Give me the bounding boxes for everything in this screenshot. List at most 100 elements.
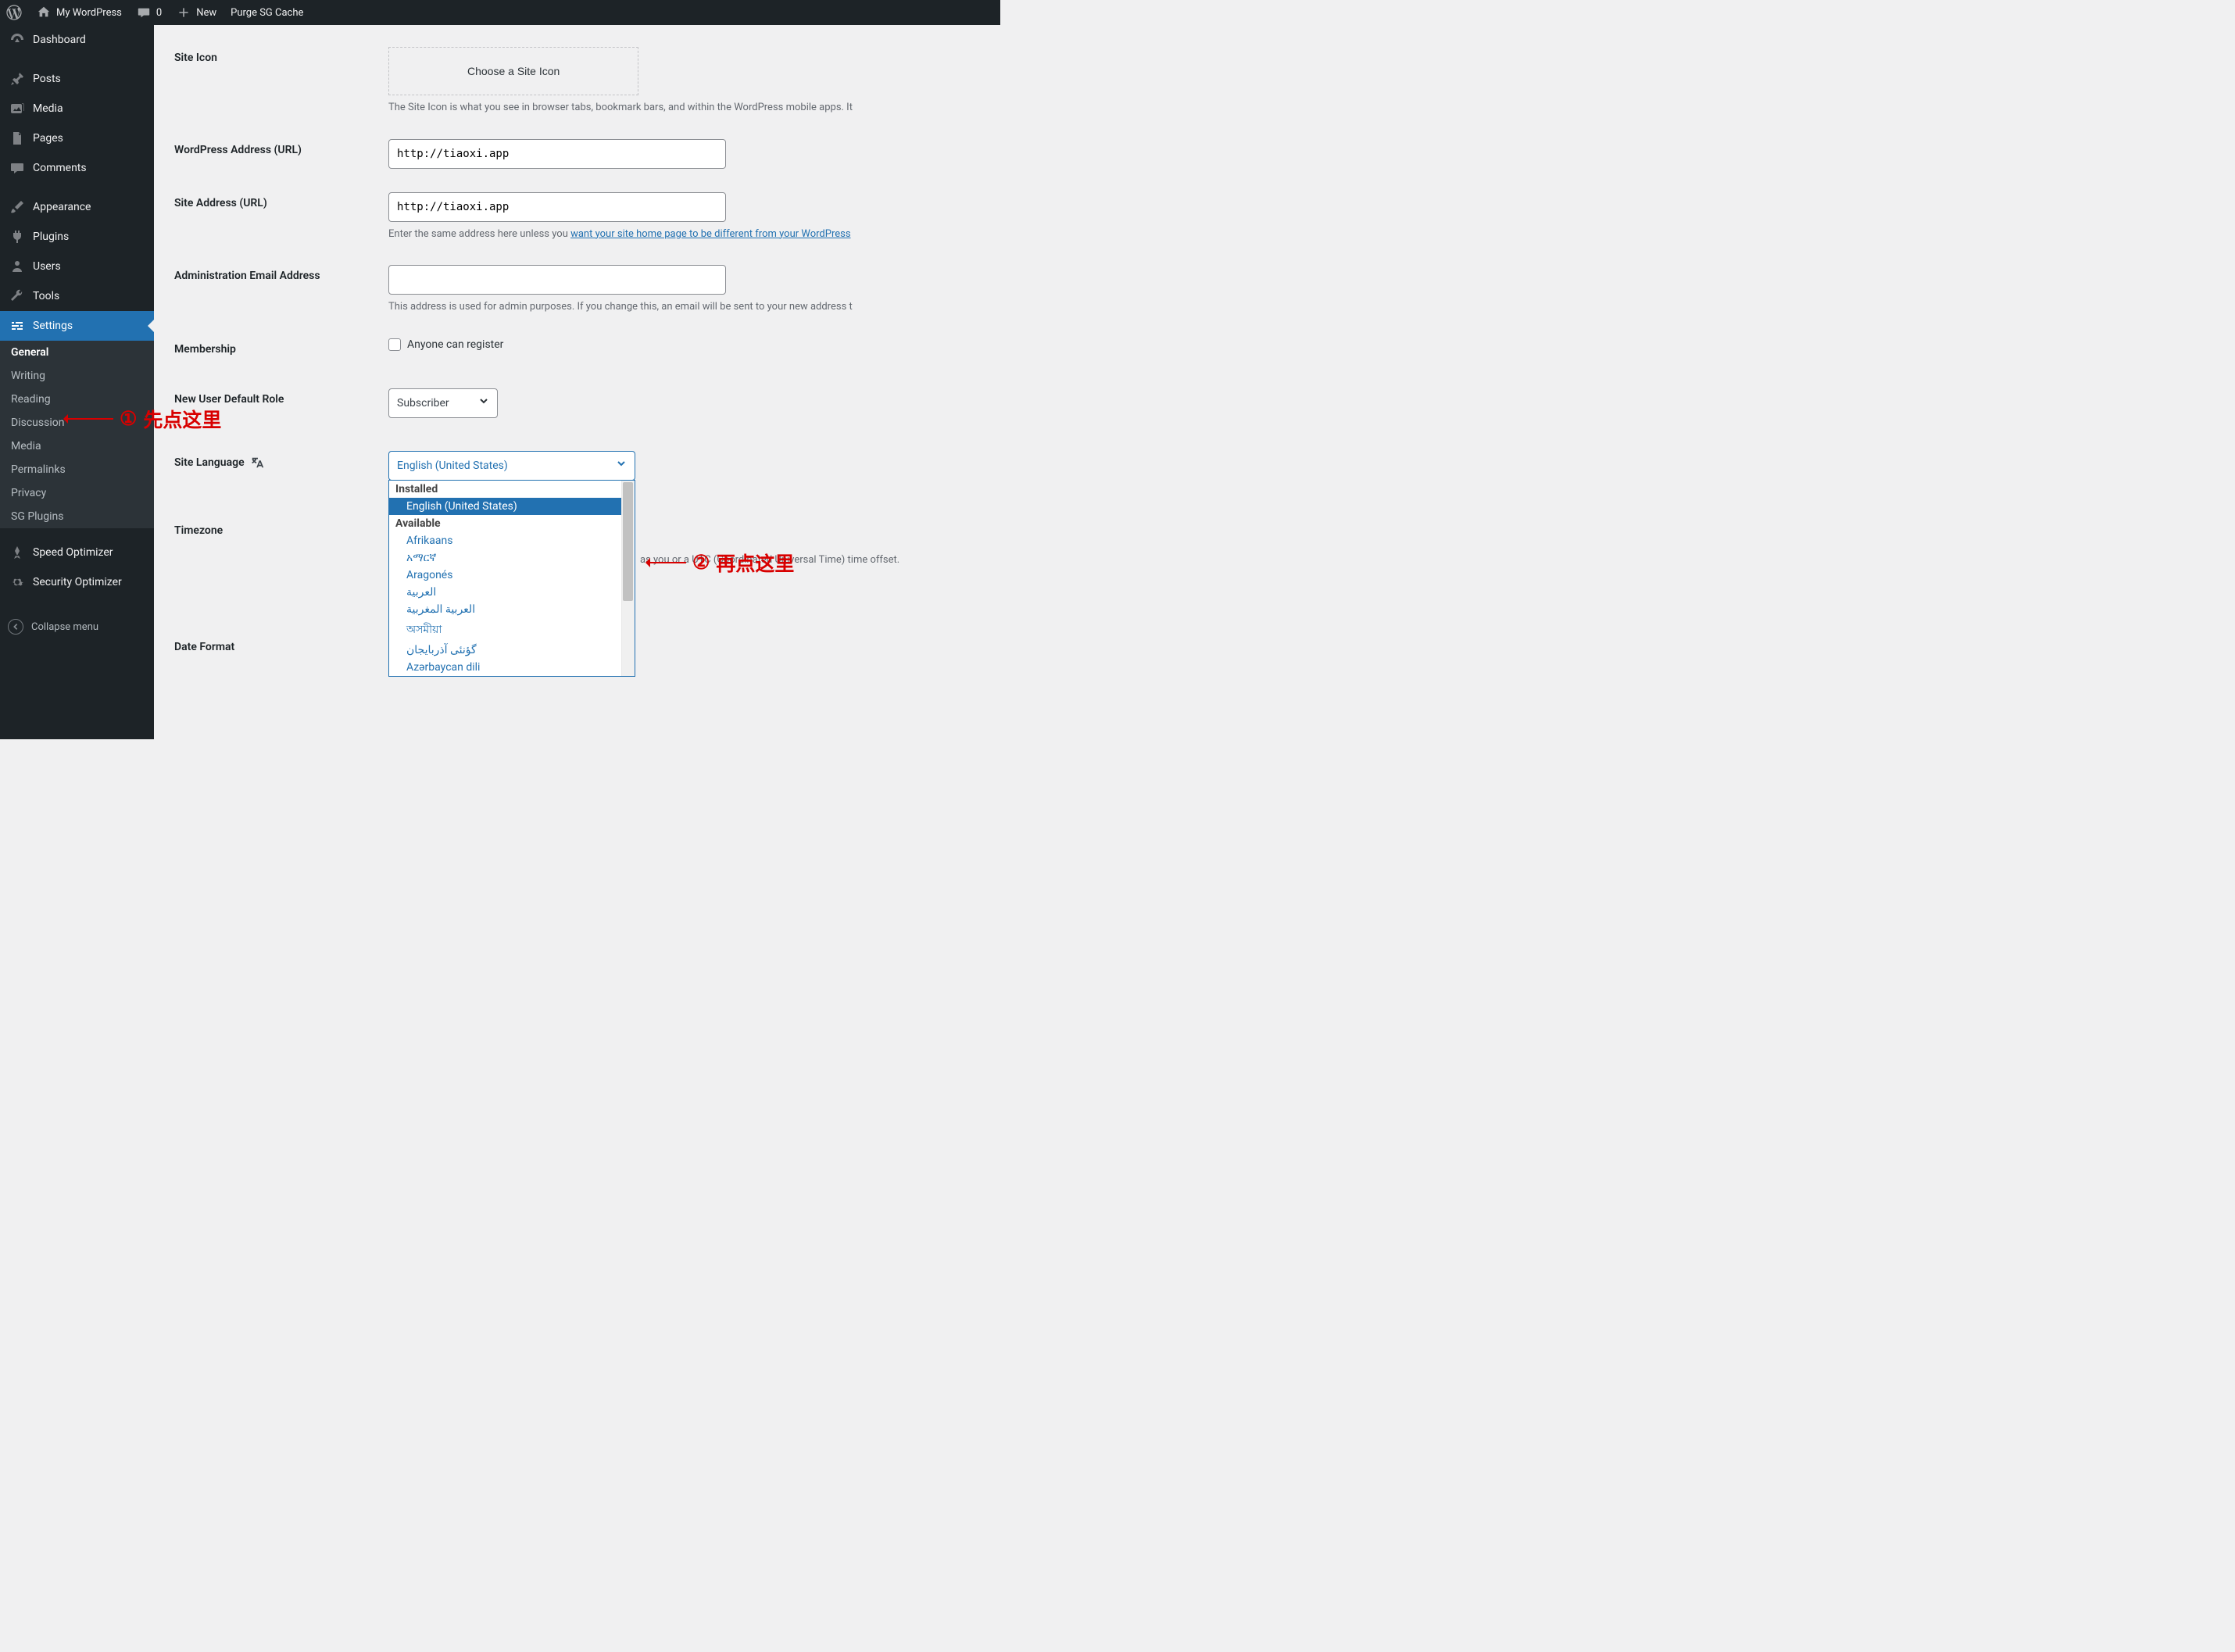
lang-option[interactable]: অসমীয়া [389,618,635,642]
default-role-value: Subscriber [397,392,449,414]
submenu-media[interactable]: Media [0,434,154,458]
comments-link[interactable]: 0 [136,5,162,20]
menu-appearance[interactable]: Appearance [0,192,154,222]
pin-icon [9,71,25,87]
site-language-value: English (United States) [397,455,508,477]
collapse-menu-button[interactable]: Collapse menu [0,611,154,642]
collapse-icon [8,619,23,635]
wp-logo-menu[interactable] [6,5,22,20]
site-icon-label: Site Icon [174,47,388,64]
menu-label: Posts [33,73,61,85]
menu-speed-optimizer[interactable]: Speed Optimizer [0,538,154,567]
submenu-privacy[interactable]: Privacy [0,481,154,505]
lang-option[interactable]: Azərbaycan dili [389,659,635,676]
lang-option[interactable]: አማርኛ [389,549,635,567]
lang-option-en-us[interactable]: English (United States) [389,498,635,515]
admin-toolbar: My WordPress 0 New Purge SG Cache [0,0,1000,25]
purge-cache-link[interactable]: Purge SG Cache [231,7,303,19]
site-language-label: Site Language [174,451,388,470]
menu-label: Appearance [33,201,91,213]
lang-option[interactable]: العربية [389,584,635,601]
default-role-label: New User Default Role [174,388,388,406]
date-format-label: Date Format [174,636,388,653]
site-language-dropdown: Installed English (United States) Availa… [388,480,635,677]
menu-label: Dashboard [33,34,86,46]
comment-icon [9,160,25,176]
site-language-select[interactable]: English (United States) [388,451,635,481]
site-url-description: Enter the same address here unless you w… [388,227,980,242]
choose-site-icon-button[interactable]: Choose a Site Icon [388,47,638,95]
purge-cache-label: Purge SG Cache [231,7,303,19]
lang-group-installed: Installed [389,481,635,498]
dashboard-icon [9,32,25,48]
brush-icon [9,199,25,215]
lang-option[interactable]: Afrikaans [389,532,635,549]
menu-label: Pages [33,132,63,145]
menu-settings[interactable]: Settings [0,311,154,341]
page-icon [9,131,25,146]
site-icon-description: The Site Icon is what you see in browser… [388,100,980,116]
annotation-2: ② 再点这里 [649,549,794,577]
settings-general-form: Site Icon Choose a Site Icon The Site Ic… [154,25,1000,739]
menu-media[interactable]: Media [0,94,154,123]
submenu-sg-plugins[interactable]: SG Plugins [0,505,154,528]
sliders-icon [9,318,25,334]
menu-label: Plugins [33,231,69,243]
wrench-icon [9,288,25,304]
menu-tools[interactable]: Tools [0,281,154,311]
lang-option[interactable]: گؤنئی آذربایجان [389,642,635,659]
anyone-can-register-checkbox[interactable] [388,338,401,351]
chevron-down-icon [616,455,627,477]
annotation-2-text: 再点这里 [716,549,794,577]
comments-count: 0 [156,7,162,19]
site-url-label: Site Address (URL) [174,192,388,209]
submenu-general[interactable]: General [0,341,154,364]
menu-security-optimizer[interactable]: Security Optimizer [0,567,154,597]
menu-dashboard[interactable]: Dashboard [0,25,154,55]
new-content-link[interactable]: New [176,5,216,20]
plus-icon [176,5,191,20]
menu-comments[interactable]: Comments [0,153,154,183]
menu-plugins[interactable]: Plugins [0,222,154,252]
site-url-help-link[interactable]: want your site home page to be different… [570,228,850,240]
wordpress-icon [6,5,22,20]
site-name-text: My WordPress [56,7,122,19]
menu-label: Users [33,260,61,273]
timezone-label: Timezone [174,520,388,537]
media-icon [9,101,25,116]
plug-icon [9,229,25,245]
submenu-writing[interactable]: Writing [0,364,154,388]
annotation-1: ① 先点这里 [66,405,221,433]
collapse-label: Collapse menu [31,621,98,633]
menu-label: Settings [33,320,73,332]
site-url-input[interactable] [388,192,726,222]
submenu-permalinks[interactable]: Permalinks [0,458,154,481]
menu-users[interactable]: Users [0,252,154,281]
comment-icon [136,5,152,20]
dropdown-scrollbar-thumb[interactable] [623,482,633,601]
menu-label: Security Optimizer [33,576,122,588]
dropdown-scrollbar-track[interactable] [621,481,635,676]
admin-email-label: Administration Email Address [174,265,388,282]
lang-group-available: Available [389,515,635,532]
membership-label: Membership [174,338,388,356]
lang-option[interactable]: Aragonés [389,567,635,584]
default-role-select[interactable]: Subscriber [388,388,498,418]
user-icon [9,259,25,274]
new-label: New [196,7,216,19]
admin-email-input[interactable] [388,265,726,295]
menu-label: Tools [33,290,59,302]
menu-posts[interactable]: Posts [0,64,154,94]
annotation-2-number: ② [692,551,710,574]
wp-url-input[interactable] [388,139,726,169]
menu-pages[interactable]: Pages [0,123,154,153]
site-name-link[interactable]: My WordPress [36,5,122,20]
home-icon [36,5,52,20]
chevron-down-icon [478,392,489,414]
annotation-1-text: 先点这里 [143,405,221,433]
settings-submenu: General Writing Reading Discussion Media… [0,341,154,528]
menu-label: Speed Optimizer [33,546,113,559]
annotation-1-number: ① [120,407,137,431]
admin-sidebar: Dashboard Posts Media Pages Comments App… [0,25,154,739]
lang-option[interactable]: العربية المغربية [389,601,635,618]
